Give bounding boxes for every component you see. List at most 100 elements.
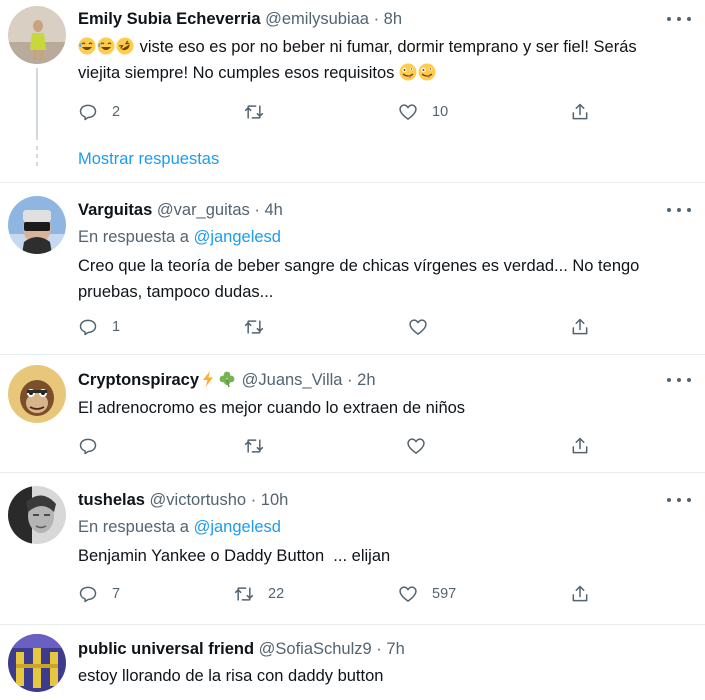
separator: · (376, 640, 382, 658)
timestamp[interactable]: 2h (357, 371, 375, 389)
reply-icon (79, 104, 97, 121)
share-button[interactable] (570, 435, 590, 457)
rofl-emoji (116, 37, 134, 55)
like-count: 10 (432, 104, 449, 120)
retweet-button[interactable] (244, 435, 278, 457)
share-icon (572, 585, 588, 602)
thread-line (36, 68, 38, 140)
like-button[interactable]: 597 (398, 583, 456, 605)
tweet-text: viste eso es por no beber ni fumar, dorm… (78, 34, 668, 86)
tweet-header: Cryptonspiracy @Juans_Villa · 2h (78, 370, 376, 390)
lightning-emoji (199, 370, 217, 388)
retweet-count: 22 (268, 586, 285, 602)
zany-face-emoji (399, 63, 417, 81)
tweet-body: viste eso es por no beber ni fumar, dorm… (78, 38, 637, 82)
avatar-image (8, 634, 66, 692)
heart-icon (399, 104, 417, 120)
grinning-sweat-emoji (78, 37, 96, 55)
retweet-button[interactable] (244, 101, 278, 123)
like-button[interactable]: 10 (398, 101, 448, 123)
retweet-button[interactable] (244, 316, 278, 338)
tweet-header: Emily Subia Echeverria @emilysubiaa · 8h (78, 9, 402, 29)
separator: · (373, 10, 380, 28)
tweet-text: El adrenocromo es mejor cuando lo extrae… (78, 399, 466, 417)
display-name[interactable]: Varguitas (78, 201, 152, 219)
retweet-icon (234, 587, 254, 601)
tweet-actions (78, 435, 608, 457)
avatar[interactable] (8, 6, 66, 64)
display-name[interactable]: tushelas (78, 491, 145, 509)
avatar[interactable] (8, 196, 66, 254)
like-button[interactable] (408, 316, 442, 338)
reply-count: 2 (112, 104, 121, 120)
tweet-actions: 2 10 (78, 101, 608, 123)
reply-button[interactable]: 2 (78, 101, 120, 123)
tweet-3[interactable]: Cryptonspiracy @Juans_Villa · 2h El adre… (0, 355, 705, 471)
share-button[interactable] (570, 583, 590, 605)
reply-mention-link[interactable]: @jangelesd (194, 518, 281, 536)
timestamp[interactable]: 7h (386, 640, 404, 658)
display-name[interactable]: public universal friend (78, 640, 254, 658)
reply-icon (79, 319, 97, 336)
tweet-actions: 1 (78, 316, 608, 338)
tweet-2[interactable]: Varguitas @var_guitas · 4h En respuesta … (0, 183, 705, 353)
reply-context: En respuesta a @jangelesd (78, 517, 281, 537)
avatar-image (8, 365, 66, 423)
reply-context: En respuesta a @jangelesd (78, 227, 281, 247)
share-button[interactable] (570, 101, 590, 123)
timestamp[interactable]: 4h (264, 201, 282, 219)
tweet-text: Benjamin Yankee o Daddy Button ... elija… (78, 547, 391, 565)
reply-button[interactable]: 1 (78, 316, 120, 338)
reply-button[interactable]: 7 (78, 583, 120, 605)
share-icon (572, 318, 588, 335)
like-button[interactable] (406, 435, 440, 457)
reply-button[interactable] (78, 435, 112, 457)
tweet-1[interactable]: Emily Subia Echeverria @emilysubiaa · 8h… (0, 0, 705, 182)
more-icon[interactable] (667, 201, 691, 219)
tweet-header: Varguitas @var_guitas · 4h (78, 200, 283, 220)
more-icon[interactable] (667, 371, 691, 389)
reply-count: 1 (112, 319, 121, 335)
heart-icon (407, 438, 425, 454)
tweet-actions: 7 22 597 (78, 583, 608, 605)
show-replies-link[interactable]: Mostrar respuestas (78, 149, 219, 169)
reply-prefix: En respuesta a (78, 518, 189, 536)
tweet-5[interactable]: public universal friend @SofiaSchulz9 · … (0, 625, 705, 700)
separator: · (250, 491, 257, 509)
shamrock-emoji (218, 370, 236, 388)
user-handle[interactable]: @emilysubiaa (265, 10, 369, 28)
reply-icon (79, 586, 97, 603)
tweet-text: Creo que la teoría de beber sangre de ch… (78, 257, 640, 301)
reply-mention-link[interactable]: @jangelesd (194, 228, 281, 246)
user-handle[interactable]: @victortusho (150, 491, 247, 509)
timestamp[interactable]: 10h (261, 491, 289, 509)
thread-dots (34, 146, 40, 170)
more-icon[interactable] (667, 491, 691, 509)
retweet-icon (244, 439, 264, 453)
share-button[interactable] (570, 316, 590, 338)
avatar[interactable] (8, 486, 66, 544)
reply-icon (79, 438, 97, 455)
user-handle[interactable]: @Juans_Villa (242, 371, 343, 389)
reply-prefix: En respuesta a (78, 228, 189, 246)
tweet-text: estoy llorando de la risa con daddy butt… (78, 667, 384, 685)
heart-icon (409, 319, 427, 335)
avatar[interactable] (8, 634, 66, 692)
avatar-image (8, 6, 66, 64)
zany-face-emoji (418, 63, 436, 81)
like-count: 597 (432, 586, 457, 602)
tweet-4[interactable]: tushelas @victortusho · 10h En respuesta… (0, 473, 705, 623)
more-icon[interactable] (667, 10, 691, 28)
avatar-image (8, 196, 66, 254)
share-icon (572, 437, 588, 454)
user-handle[interactable]: @var_guitas (157, 201, 250, 219)
user-handle[interactable]: @SofiaSchulz9 (259, 640, 372, 658)
timestamp[interactable]: 8h (384, 10, 402, 28)
separator: · (254, 201, 260, 219)
reply-count: 7 (112, 586, 121, 602)
display-name[interactable]: Cryptonspiracy (78, 371, 199, 389)
grinning-sweat-emoji (97, 37, 115, 55)
avatar[interactable] (8, 365, 66, 423)
display-name[interactable]: Emily Subia Echeverria (78, 10, 261, 28)
retweet-button[interactable]: 22 (234, 583, 284, 605)
